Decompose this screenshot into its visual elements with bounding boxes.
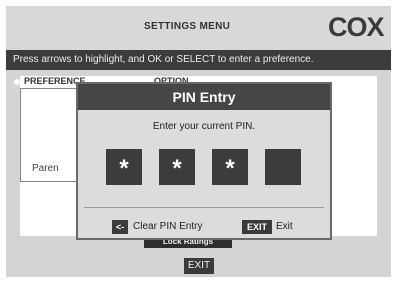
cox-logo: COX	[328, 12, 385, 42]
instruction-bar: Press arrows to highlight, and OK or SEL…	[6, 50, 391, 70]
preference-item-parental[interactable]: Paren	[32, 163, 59, 174]
exit-button[interactable]: EXIT	[184, 258, 214, 274]
pin-digit-3[interactable]: *	[212, 149, 248, 185]
clear-pin-label[interactable]: Clear PIN Entry	[133, 220, 202, 234]
tv-screen: SETTINGS MENU COX Press arrows to highli…	[6, 6, 391, 277]
page-title: SETTINGS MENU	[144, 21, 231, 32]
pin-entry-dialog: PIN Entry Enter your current PIN. * * * …	[76, 82, 332, 240]
pin-digit-1[interactable]: *	[106, 149, 142, 185]
exit-key-icon[interactable]: EXIT	[242, 220, 272, 234]
header-bar: SETTINGS MENU COX	[6, 6, 391, 50]
pin-prompt: Enter your current PIN.	[152, 121, 256, 132]
exit-label[interactable]: Exit	[276, 220, 293, 234]
dialog-divider	[84, 207, 324, 208]
bullet-icon	[14, 79, 20, 85]
pin-digit-2[interactable]: *	[159, 149, 195, 185]
dialog-title: PIN Entry	[78, 84, 330, 110]
clear-key-icon[interactable]: <-	[112, 220, 128, 234]
pin-digit-4[interactable]	[265, 149, 301, 185]
